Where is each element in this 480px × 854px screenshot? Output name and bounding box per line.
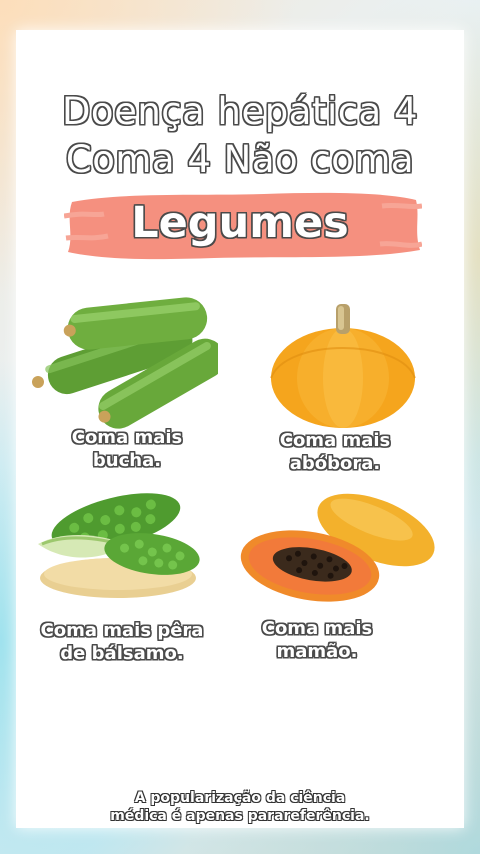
pumpkin-icon <box>266 298 420 432</box>
item-label-papaya: Coma mais mamão. <box>232 617 402 663</box>
item-label-line: de bálsamo. <box>60 643 184 664</box>
item-label-line: bucha. <box>92 450 162 471</box>
item-label-line: Coma mais <box>261 618 373 639</box>
heading-line-2: Coma 4 Não coma <box>65 138 415 181</box>
papaya-icon <box>238 492 442 610</box>
item-label-loofah: Coma mais bucha. <box>42 426 212 472</box>
heading-line-1: Doença hepática 4 <box>61 90 419 133</box>
disclaimer-line-1: A popularização da ciência <box>134 790 346 806</box>
item-label-line: Coma mais <box>279 430 391 451</box>
item-label-line: abóbora. <box>289 453 381 474</box>
disclaimer-line-2: médica é apenas parareferência. <box>110 808 370 824</box>
subtitle-vegetables: Legumes <box>131 198 349 248</box>
item-label-bitter-melon: Coma mais pêra de bálsamo. <box>24 619 220 665</box>
item-label-line: Coma mais pêra <box>40 620 204 641</box>
bitter-melon-icon <box>34 482 200 602</box>
item-label-line: Coma mais <box>71 427 183 448</box>
loofah-icon <box>28 290 218 430</box>
item-label-line: mamão. <box>276 641 358 662</box>
item-label-pumpkin: Coma mais abóbora. <box>250 429 420 475</box>
